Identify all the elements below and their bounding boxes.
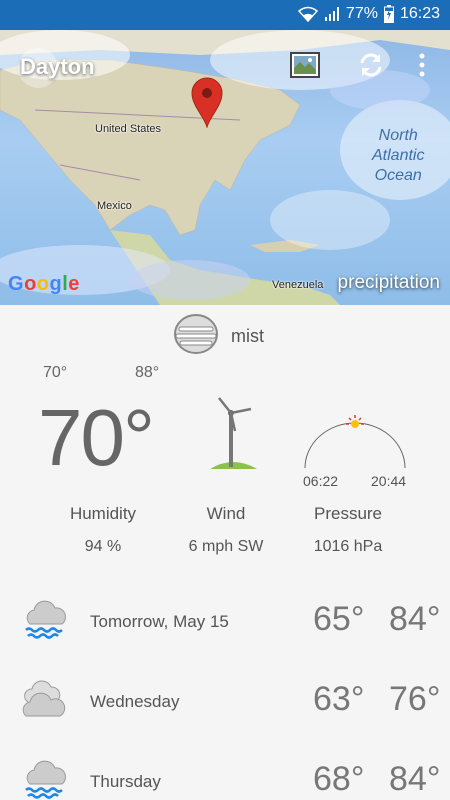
rain-cloud-icon [20, 598, 70, 649]
location-pin-icon[interactable] [190, 76, 224, 133]
wifi-icon [297, 6, 318, 22]
forecast-high: 84° [389, 760, 441, 798]
forecast-low: 68° [313, 760, 365, 798]
clock: 16:23 [399, 5, 440, 22]
forecast-row[interactable]: Thursday 68° 84° [0, 758, 450, 800]
status-bar: 77% 16:23 [0, 0, 450, 30]
forecast-day: Tomorrow, May 15 [90, 612, 229, 631]
map-label-ocean: North Atlantic Ocean [372, 127, 425, 184]
forecast-day: Thursday [90, 772, 161, 791]
map-layer-label: precipitation [337, 272, 440, 293]
cloudy-icon [20, 678, 70, 727]
sunset-time: 20:44 [371, 473, 407, 489]
forecast-low: 65° [313, 600, 365, 638]
mist-icon [173, 313, 219, 360]
pressure-label: Pressure [313, 504, 383, 523]
pressure-value: 1016 hPa [313, 538, 383, 555]
humidity-label: Humidity [69, 504, 137, 523]
city-title: Dayton [20, 54, 95, 79]
refresh-icon[interactable] [357, 51, 385, 79]
sunrise-time: 06:22 [303, 473, 339, 489]
forecast-high: 84° [389, 600, 441, 638]
wind-value: 6 mph SW [188, 538, 264, 555]
condition-text: mist [231, 326, 264, 346]
forecast-low: 63° [313, 680, 365, 718]
more-vert-icon[interactable] [410, 51, 434, 79]
signal-icon [324, 6, 340, 22]
map-label-venezuela: Venezuela [272, 279, 324, 291]
google-logo: Google [8, 273, 80, 295]
forecast-row[interactable]: Wednesday 63° 76° [0, 678, 450, 756]
wind-label: Wind [206, 504, 246, 523]
precipitation-map[interactable]: Dayton United States Mexico Venezuela No… [0, 30, 450, 305]
humidity-value: 94 % [84, 538, 122, 555]
map-label-mexico: Mexico [97, 200, 132, 212]
map-label-us: United States [95, 123, 162, 135]
battery-charging-icon [383, 5, 394, 23]
temp-min: 70° [43, 364, 68, 381]
sun-path-icon [300, 412, 410, 475]
forecast-row[interactable]: Tomorrow, May 15 65° 84° [0, 598, 450, 676]
wind-turbine-icon [205, 395, 261, 476]
battery-percent: 77% [345, 5, 378, 22]
temp-max: 88° [135, 364, 160, 381]
forecast-high: 76° [389, 680, 441, 718]
map-layer-icon[interactable] [290, 52, 320, 78]
rain-cloud-icon [20, 758, 70, 800]
forecast-day: Wednesday [90, 692, 180, 711]
current-temperature: 70° [38, 393, 155, 482]
